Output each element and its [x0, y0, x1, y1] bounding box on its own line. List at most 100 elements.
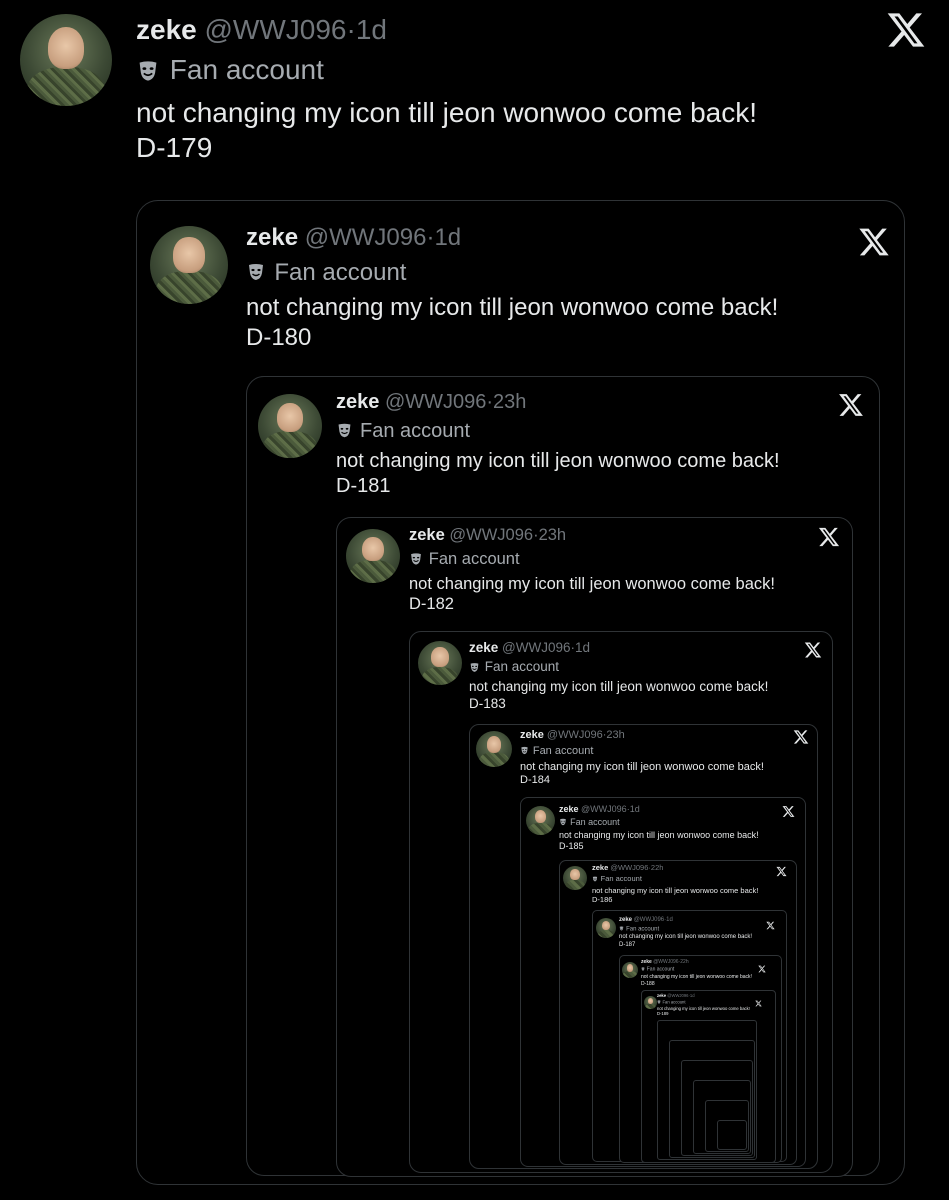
x-logo-icon[interactable] [766, 917, 775, 935]
timestamp[interactable]: 1d [575, 640, 590, 655]
theater-mask-icon [246, 261, 266, 289]
tweet-message: not changing my icon till jeon wonwoo co… [520, 760, 764, 773]
tweet-text: not changing my icon till jeon wonwoo co… [657, 1006, 750, 1017]
x-logo-icon[interactable] [758, 960, 766, 978]
x-logo-icon[interactable] [776, 864, 787, 882]
tweet-text: not changing my icon till jeon wonwoo co… [409, 574, 775, 615]
display-name[interactable]: zeke [657, 993, 666, 998]
user-handle[interactable]: @WWJ096 [581, 804, 627, 814]
tweet-message: not changing my icon till jeon wonwoo co… [641, 974, 752, 981]
tweet-message: not changing my icon till jeon wonwoo co… [409, 574, 775, 593]
fan-account-label: Fan account [336, 420, 470, 445]
tweet-text: not changing my icon till jeon wonwoo co… [136, 95, 757, 165]
display-name[interactable]: zeke [469, 640, 498, 655]
avatar-body [597, 929, 615, 938]
avatar[interactable] [526, 806, 555, 835]
theater-mask-icon [641, 967, 645, 974]
countdown-text: D-179 [136, 131, 213, 163]
avatar[interactable] [418, 641, 462, 685]
fan-account-label: Fan account [657, 1000, 686, 1006]
tweet-text: not changing my icon till jeon wonwoo co… [592, 886, 758, 905]
x-logo-icon[interactable] [755, 994, 762, 1012]
fan-account-text: Fan account [600, 873, 642, 883]
x-logo-icon[interactable] [858, 226, 890, 263]
timestamp[interactable]: 1d [356, 14, 387, 45]
avatar[interactable] [644, 996, 657, 1009]
avatar-body [478, 751, 510, 767]
user-handle[interactable]: @WWJ096 [667, 993, 688, 998]
separator-dot: · [346, 14, 356, 45]
tweet-message: not changing my icon till jeon wonwoo co… [136, 96, 758, 128]
tweet-message: not changing my icon till jeon wonwoo co… [619, 934, 753, 941]
display-name[interactable]: zeke [559, 804, 579, 814]
countdown-text: D-180 [246, 324, 312, 352]
x-logo-icon[interactable] [804, 641, 822, 664]
fan-account-label: Fan account [409, 550, 520, 571]
countdown-text: D-183 [469, 695, 506, 711]
user-handle[interactable]: @WWJ096 [547, 729, 603, 741]
tweet-message: not changing my icon till jeon wonwoo co… [336, 449, 780, 472]
timestamp[interactable]: 22h [680, 959, 688, 965]
avatar-face [570, 869, 580, 881]
avatar-face [431, 647, 449, 668]
timestamp[interactable]: 1d [630, 804, 640, 814]
fan-account-text: Fan account [662, 999, 686, 1005]
timestamp[interactable]: 22h [651, 863, 664, 872]
display-name[interactable]: zeke [520, 729, 544, 741]
display-name[interactable]: zeke [246, 224, 298, 251]
avatar[interactable] [346, 529, 400, 583]
tweet-header: zeke @WWJ096·22h [641, 959, 689, 966]
tweet-text: not changing my icon till jeon wonwoo co… [641, 974, 752, 987]
fan-account-text: Fan account [428, 549, 520, 568]
fan-account-text: Fan account [532, 744, 594, 757]
timestamp[interactable]: 1d [434, 224, 461, 251]
countdown-text: D-188 [641, 980, 655, 987]
avatar[interactable] [596, 918, 616, 938]
user-handle[interactable]: @WWJ096 [449, 526, 533, 544]
user-handle[interactable]: @WWJ096 [653, 959, 678, 965]
avatar-face [602, 920, 610, 930]
x-logo-icon[interactable] [793, 729, 809, 750]
timestamp[interactable]: 23h [493, 391, 526, 413]
x-logo-icon[interactable] [886, 10, 926, 55]
display-name[interactable]: zeke [592, 863, 608, 872]
display-name[interactable]: zeke [619, 917, 632, 923]
fan-account-label: Fan account [641, 967, 674, 974]
deeper-quoted-tweet-card [717, 1120, 747, 1150]
avatar[interactable] [622, 962, 638, 978]
avatar-body [645, 1003, 656, 1009]
timestamp[interactable]: 1d [666, 917, 673, 923]
avatar-body [623, 971, 637, 978]
x-logo-icon[interactable] [782, 805, 795, 823]
user-handle[interactable]: @WWJ096 [305, 224, 427, 251]
tweet-header: zeke @WWJ096·1d [136, 14, 387, 46]
display-name[interactable]: zeke [136, 14, 197, 45]
user-handle[interactable]: @WWJ096 [610, 863, 648, 872]
avatar[interactable] [20, 14, 112, 106]
avatar[interactable] [258, 394, 322, 458]
avatar-face [647, 997, 654, 1004]
fan-account-text: Fan account [570, 816, 620, 827]
tweet-header: zeke @WWJ096·1d [657, 993, 695, 999]
user-handle[interactable]: @WWJ096 [634, 917, 664, 923]
timestamp[interactable]: 1d [690, 993, 695, 998]
avatar[interactable] [150, 226, 228, 304]
display-name[interactable]: zeke [641, 959, 652, 965]
countdown-text: D-186 [592, 894, 613, 904]
avatar[interactable] [563, 866, 587, 890]
fan-account-text: Fan account [484, 659, 560, 675]
countdown-text: D-187 [619, 941, 636, 948]
avatar[interactable] [476, 731, 512, 767]
user-handle[interactable]: @WWJ096 [205, 14, 347, 45]
user-handle[interactable]: @WWJ096 [502, 640, 570, 655]
theater-mask-icon [136, 58, 160, 90]
display-name[interactable]: zeke [409, 526, 445, 544]
x-logo-icon[interactable] [838, 392, 864, 423]
timestamp[interactable]: 23h [539, 526, 567, 544]
timestamp[interactable]: 23h [606, 729, 624, 741]
x-logo-icon[interactable] [818, 526, 840, 553]
tweet-text: not changing my icon till jeon wonwoo co… [559, 830, 759, 853]
display-name[interactable]: zeke [336, 391, 379, 413]
tweet-header: zeke @WWJ096·1d [559, 804, 640, 814]
user-handle[interactable]: @WWJ096 [385, 391, 486, 413]
